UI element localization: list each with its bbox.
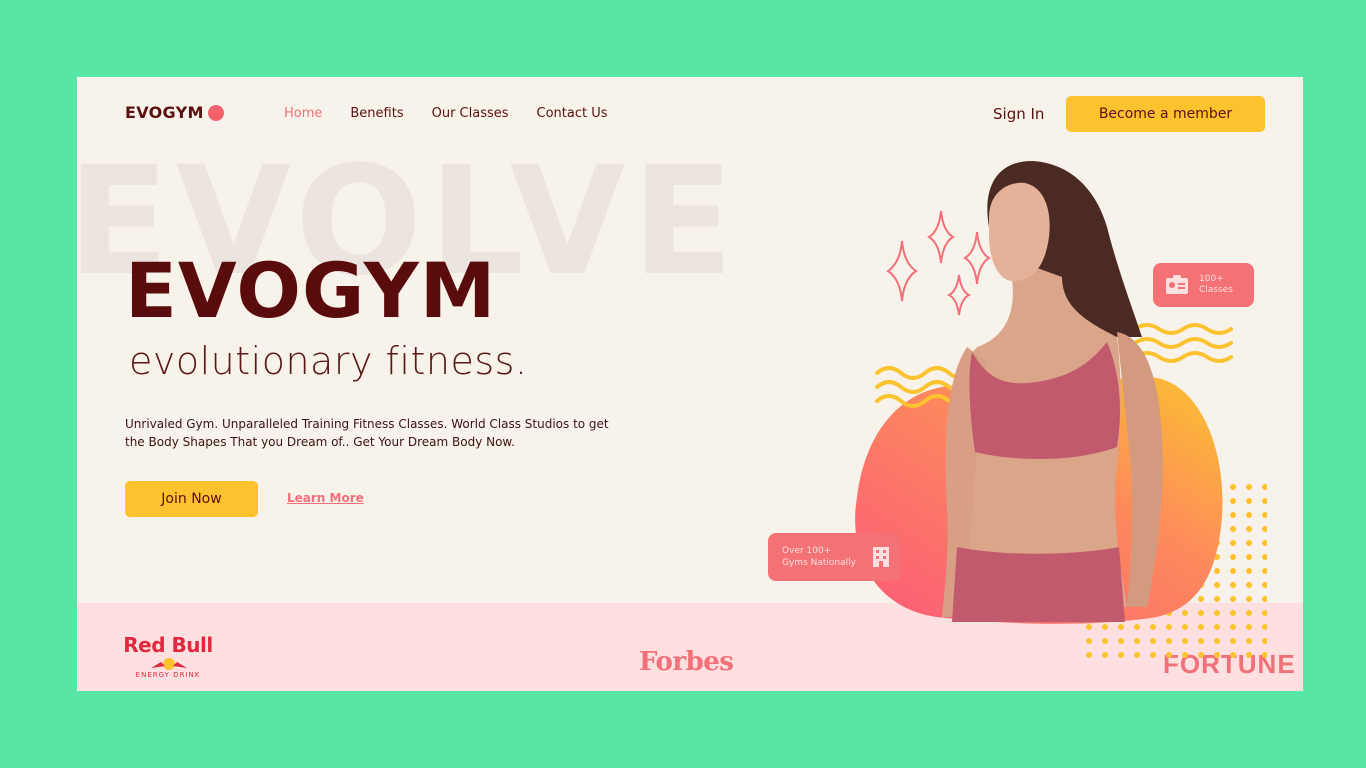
gyms-badge-text: Over 100+ Gyms Nationally <box>782 545 862 569</box>
classes-badge-text: 100+ Classes <box>1199 274 1233 296</box>
gyms-badge: Over 100+ Gyms Nationally <box>768 533 901 581</box>
gyms-badge-line1: Over 100+ <box>782 546 832 556</box>
landing-page: EVOLVE EVOGYM Home Benefits Our Classes … <box>77 77 1303 691</box>
wave-lines-right <box>1133 323 1233 363</box>
classes-badge-line1: 100+ <box>1199 274 1224 284</box>
id-card-icon <box>1166 275 1188 294</box>
hero-illustration <box>855 161 1267 663</box>
sparkle-icons <box>886 210 991 316</box>
classes-badge: 100+ Classes <box>1153 263 1254 307</box>
classes-badge-line2: Classes <box>1199 285 1233 295</box>
building-icon <box>873 547 889 567</box>
gyms-badge-line2: Gyms Nationally <box>782 558 856 568</box>
